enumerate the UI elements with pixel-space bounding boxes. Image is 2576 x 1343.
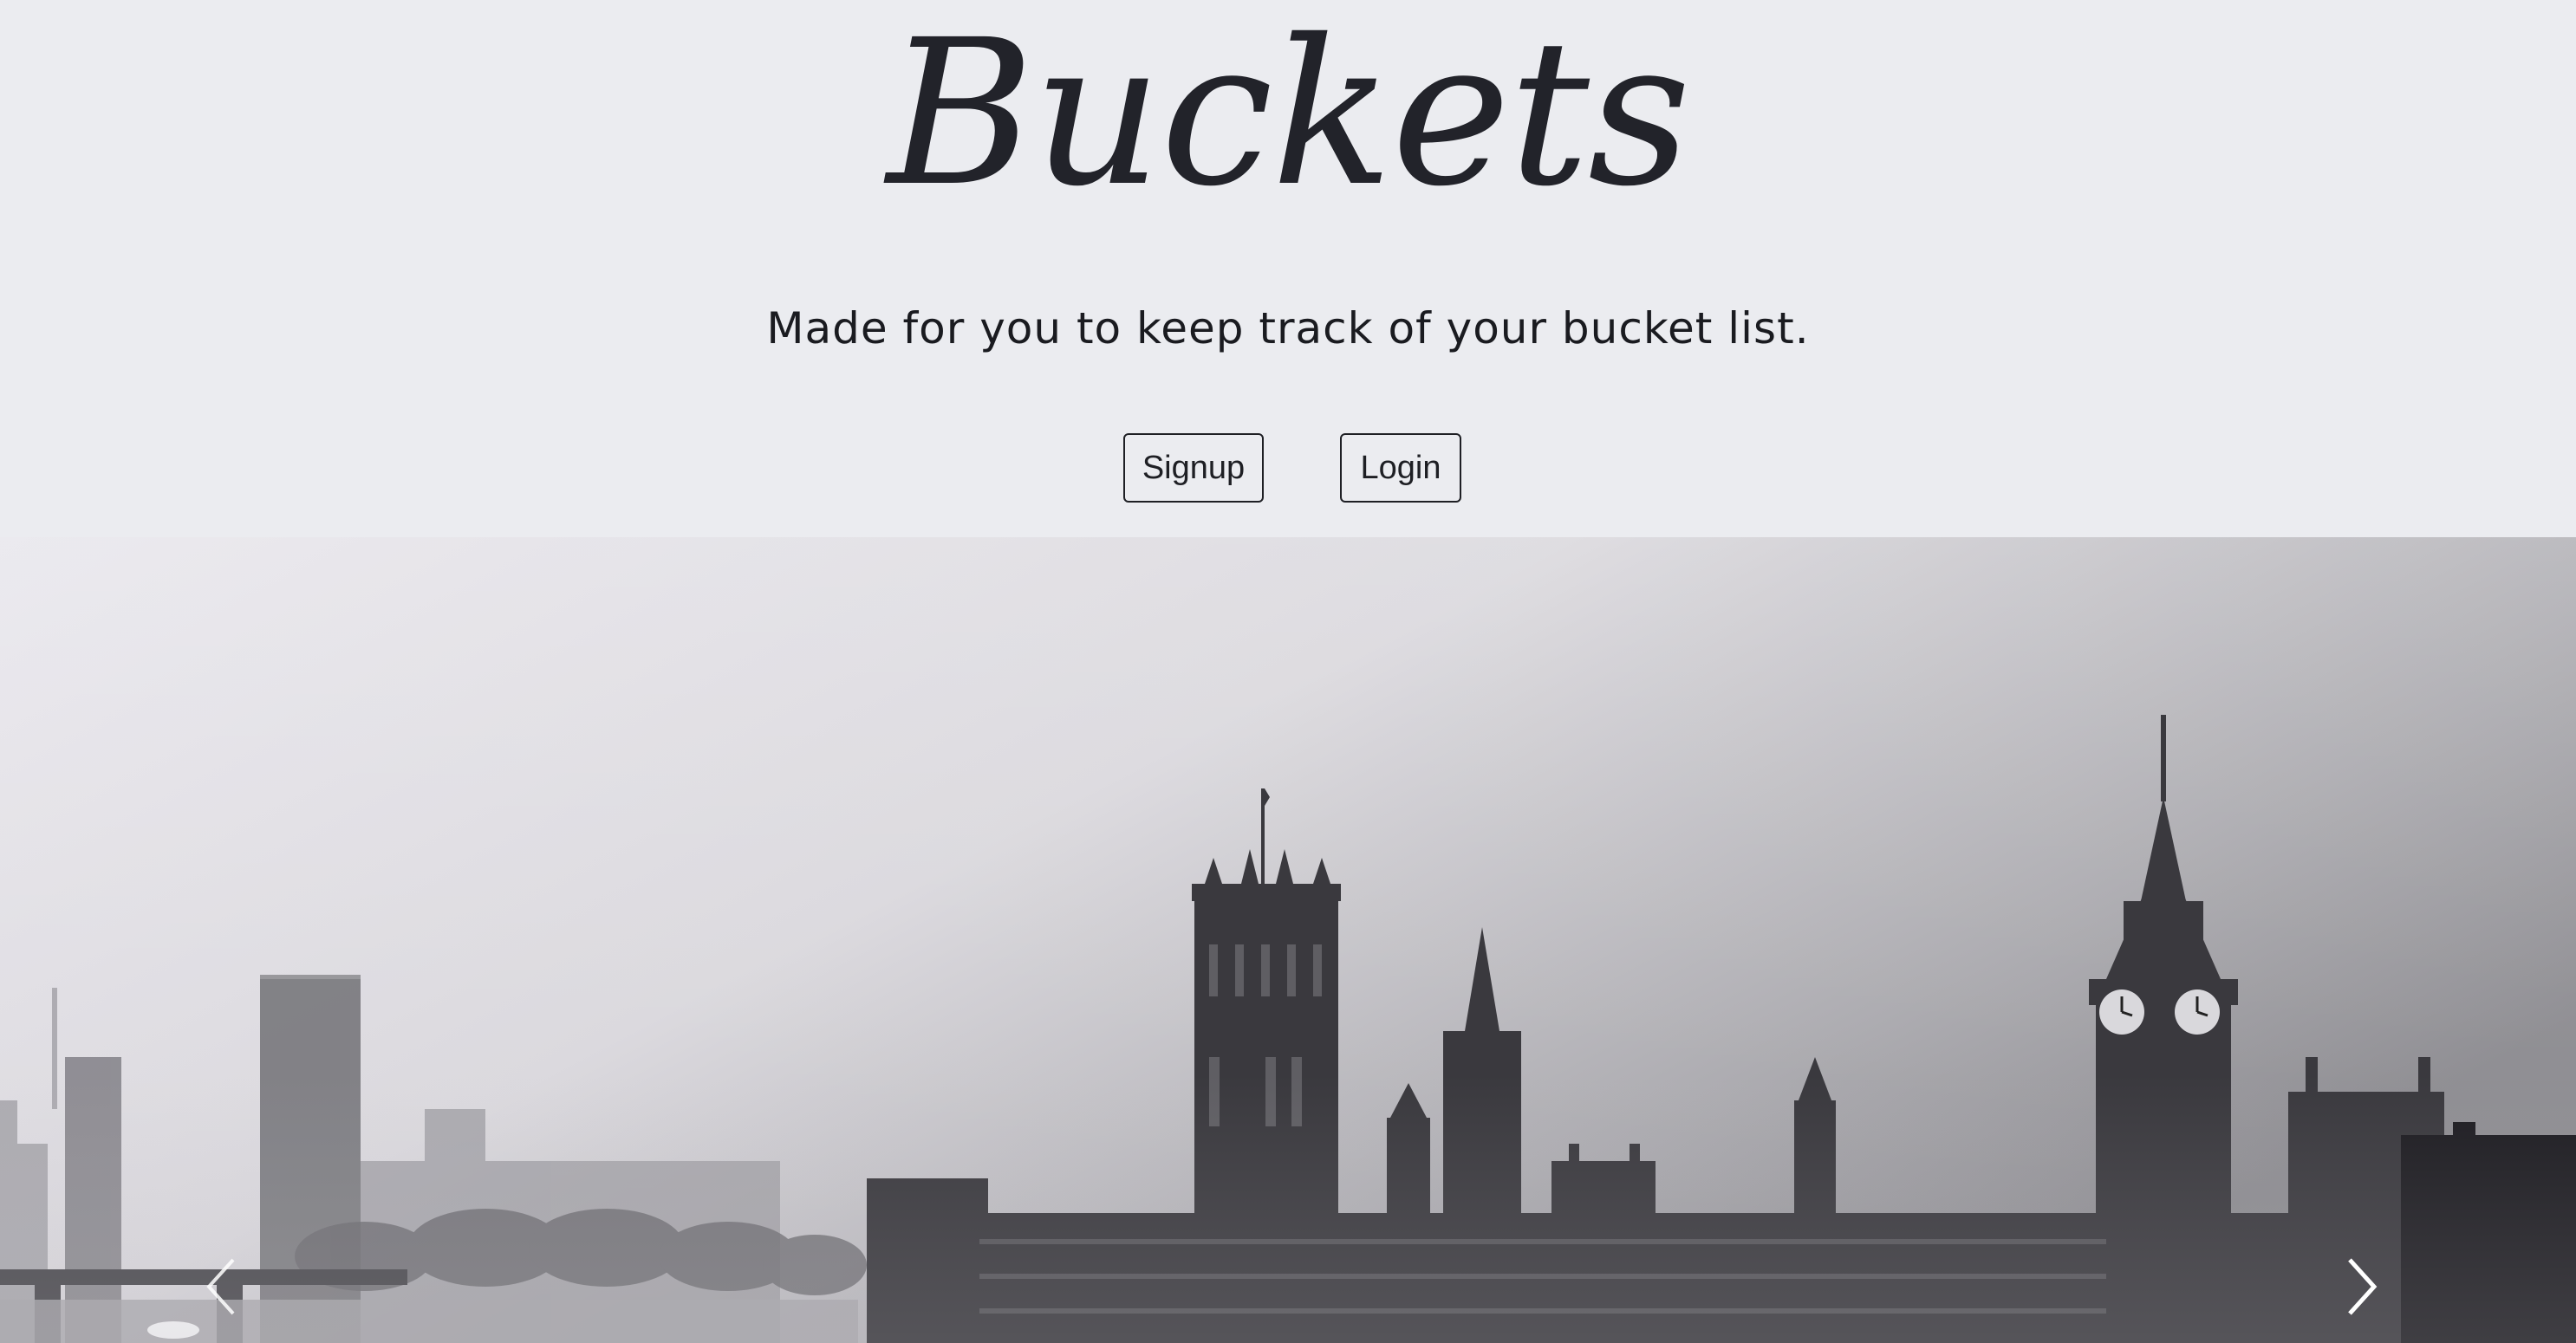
chevron-right-icon: [2348, 1258, 2378, 1315]
chevron-left-icon: [206, 1258, 235, 1315]
carousel-slide-image: [0, 537, 2576, 1343]
carousel-prev-button[interactable]: [182, 1239, 260, 1334]
signup-button[interactable]: Signup: [1123, 433, 1264, 503]
tagline: Made for you to keep track of your bucke…: [766, 303, 1810, 354]
auth-actions: Signup Login: [0, 433, 2576, 503]
carousel-next-button[interactable]: [2323, 1239, 2401, 1334]
brand-logo-title: Buckets: [886, 0, 1691, 230]
login-button[interactable]: Login: [1340, 433, 1461, 503]
image-carousel: [0, 537, 2576, 1343]
landing-header: Buckets Made for you to keep track of yo…: [0, 0, 2576, 537]
